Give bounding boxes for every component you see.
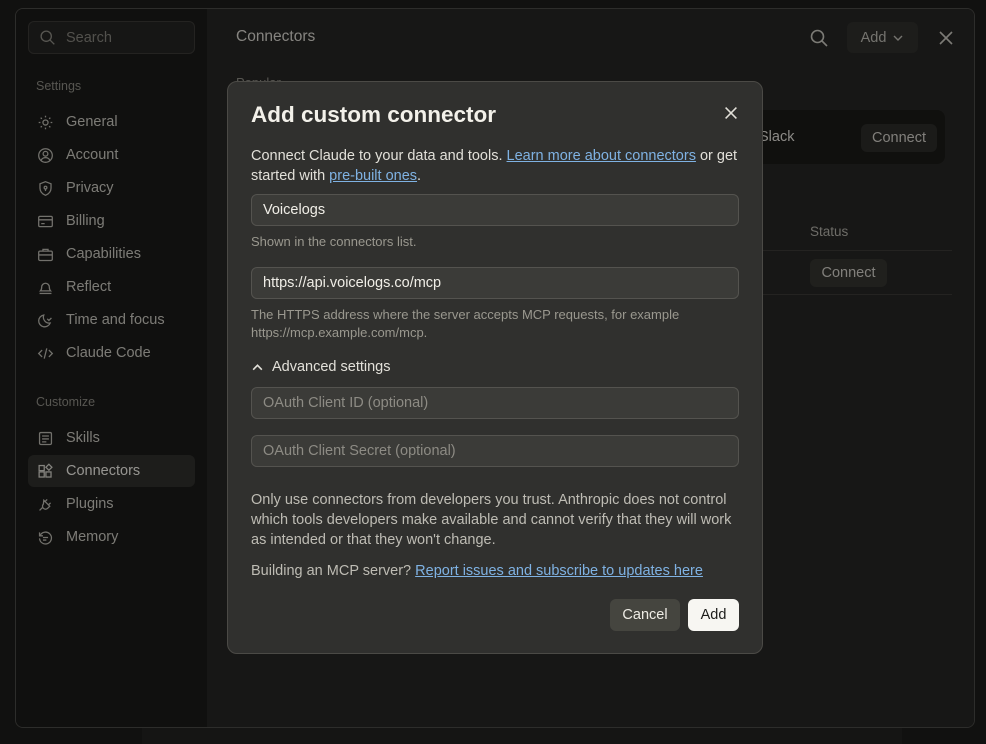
oauth-client-secret-input[interactable]: OAuth Client Secret (optional) [251,435,739,467]
advanced-settings-label: Advanced settings [272,359,391,375]
build-mcp-note: Building an MCP server? Report issues an… [251,563,703,579]
advanced-settings-toggle[interactable]: Advanced settings [251,359,391,375]
pre-built-link[interactable]: pre-built ones [329,168,417,184]
name-hint: Shown in the connectors list. [251,234,417,249]
cancel-button[interactable]: Cancel [610,599,680,631]
url-hint: The HTTPS address where the server accep… [251,307,680,340]
intro-text: . [417,168,422,184]
add-button[interactable]: Add [688,599,739,631]
learn-more-link[interactable]: Learn more about connectors [507,148,696,164]
add-custom-connector-dialog: Add custom connector Connect Claude to y… [227,81,763,654]
oauth-client-id-input[interactable]: OAuth Client ID (optional) [251,387,739,419]
build-text: Building an MCP server? [251,563,416,579]
dialog-title: Add custom connector [251,102,497,127]
chevron-up-icon [252,363,263,370]
dialog-intro: Connect Claude to your data and tools. L… [251,146,741,186]
connector-name-input[interactable]: Voicelogs [251,194,739,226]
report-issues-link[interactable]: Report issues and subscribe to updates h… [415,563,703,579]
trust-warning: Only use connectors from developers you … [251,492,732,548]
intro-text: Connect Claude to your data and tools. [251,148,507,164]
server-url-input[interactable]: https://api.voicelogs.co/mcp [251,267,739,299]
close-icon[interactable] [722,104,740,122]
